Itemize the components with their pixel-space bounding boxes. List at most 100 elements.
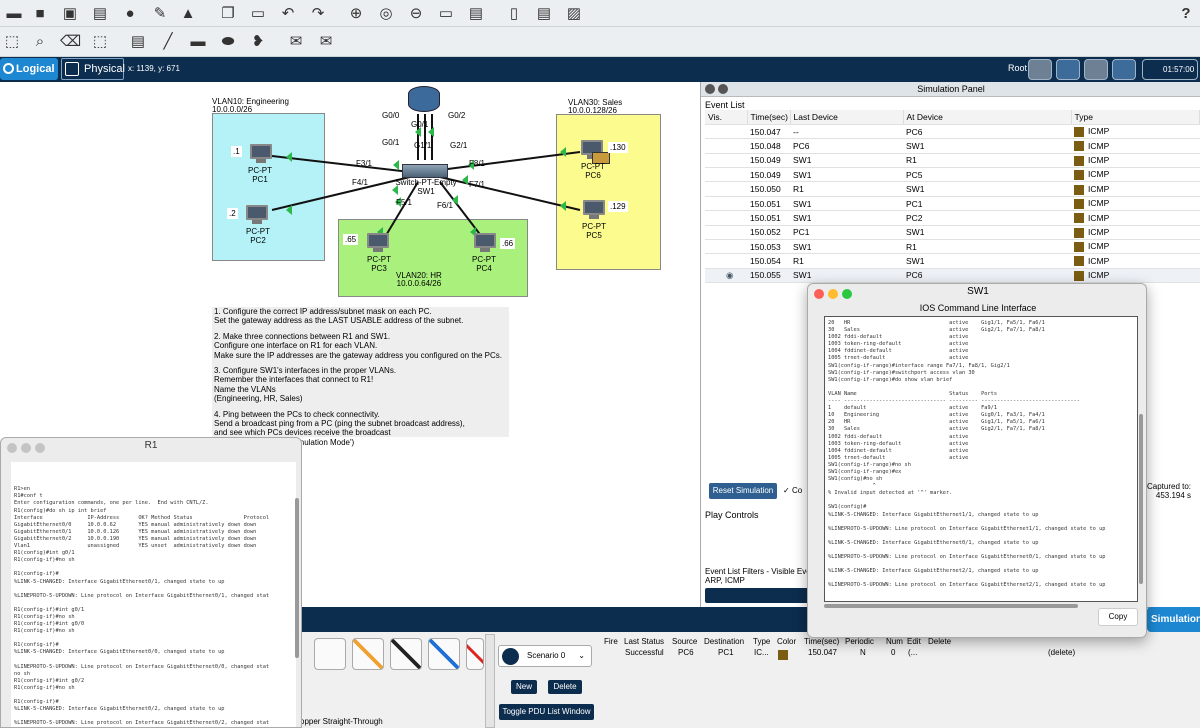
help-icon[interactable]: ? [1176, 4, 1196, 24]
r1-console[interactable]: R1>en R1#conf t Enter configuration comman… [11, 462, 296, 727]
activity-wizard-icon[interactable]: ✎ [150, 4, 170, 24]
tab-physical[interactable]: Physical [61, 58, 125, 80]
pc4-icon[interactable] [471, 233, 497, 253]
sw1-console[interactable]: 20 HR active Gig1/1, Fa5/1, Fa6/1 30 Sale… [824, 316, 1138, 602]
captured-to: Captured to: 453.194 s [1147, 482, 1191, 500]
copy-icon[interactable]: ❐ [218, 4, 238, 24]
info-icon[interactable]: ● [120, 4, 140, 24]
print-icon[interactable]: ▤ [90, 4, 110, 24]
zoom-in-icon[interactable]: ⊕ [346, 4, 366, 24]
panel-collapse-handle[interactable] [485, 634, 495, 728]
note-icon[interactable]: ▤ [128, 32, 148, 52]
clock[interactable]: 01:57:00 [1142, 59, 1198, 80]
switch-sw1-icon[interactable] [402, 164, 448, 178]
event-row[interactable]: 150.049 SW1 PC5 ICMP [705, 167, 1200, 183]
crossover-cable-icon[interactable] [428, 638, 460, 670]
paste-icon[interactable]: ▭ [248, 4, 268, 24]
new-scenario-button[interactable]: New [511, 680, 537, 694]
new-icon[interactable]: ▬ [4, 4, 24, 24]
scrollbar[interactable] [1139, 414, 1143, 584]
event-row[interactable]: 150.047 -- PC6 ICMP [705, 124, 1200, 140]
pc-type: PC-PT [582, 222, 606, 231]
constant-delay-checkbox[interactable]: ✓ Co [783, 486, 802, 495]
scrollbar[interactable] [295, 498, 299, 658]
event-row[interactable]: 150.051 SW1 PC1 ICMP [705, 196, 1200, 212]
console-line: R1(config-if)#no sh [14, 613, 75, 620]
zoom-out-icon[interactable]: ⊖ [406, 4, 426, 24]
pc2-icon[interactable] [243, 205, 269, 225]
undock-icon[interactable] [718, 84, 728, 94]
redo-icon[interactable]: ↷ [308, 4, 328, 24]
custom-device-icon[interactable]: ▲ [178, 4, 198, 24]
cursor-coords: x: 1139, y: 671 [128, 64, 180, 73]
pdu-delete-link[interactable]: (delete) [1048, 648, 1075, 657]
event-row[interactable]: 150.053 SW1 R1 ICMP [705, 239, 1200, 255]
copy-button[interactable]: Copy [1098, 608, 1138, 626]
close-icon[interactable] [705, 84, 715, 94]
simple-pdu-icon[interactable]: ✉ [286, 32, 306, 52]
draw-line-icon[interactable]: ╱ [158, 32, 178, 52]
freeform-icon[interactable]: ❥ [248, 32, 268, 52]
delete-icon[interactable]: ⌫ [60, 32, 81, 52]
column-header[interactable]: At Device [903, 110, 1072, 125]
column-header[interactable]: Vis. [705, 110, 748, 125]
connection-auto-icon[interactable] [314, 638, 346, 670]
event-cell: PC2 [903, 210, 1071, 226]
complex-pdu-icon[interactable]: ✉ [316, 32, 336, 52]
resize-icon[interactable]: ⬚ [90, 32, 110, 52]
rectangle-icon[interactable]: ▬ [188, 32, 208, 52]
instruction-line: Make sure the IP addresses are the gatew… [214, 350, 503, 360]
scenario-select[interactable]: Scenario 0 ⌄ [498, 645, 592, 667]
switch-name: SW1 [417, 187, 435, 196]
save-icon[interactable]: ▣ [60, 4, 80, 24]
delete-scenario-button[interactable]: Delete [548, 680, 582, 694]
event-row[interactable]: 150.050 R1 SW1 ICMP [705, 181, 1200, 197]
event-row[interactable]: 150.049 SW1 R1 ICMP [705, 153, 1200, 169]
event-row[interactable]: 150.054 R1 SW1 ICMP [705, 253, 1200, 269]
column-header[interactable]: Last Device [790, 110, 904, 125]
event-cell-text: 150.048 [750, 140, 781, 151]
straight-through-cable-icon[interactable] [390, 638, 422, 670]
reset-simulation-button[interactable]: Reset Simulation [709, 483, 777, 499]
console-line: SW1(config)# [828, 504, 867, 511]
custom-devices-dialog-icon[interactable]: ▤ [466, 4, 486, 24]
move-object-icon[interactable] [1084, 59, 1108, 80]
event-row[interactable]: 150.048 PC6 SW1 ICMP [705, 138, 1200, 154]
console-cable-icon[interactable] [352, 638, 384, 670]
serial-cable-icon[interactable] [466, 638, 484, 670]
pdu-icon[interactable]: ▯ [504, 4, 524, 24]
zoom-reset-icon[interactable]: ◎ [376, 4, 396, 24]
ellipse-icon[interactable]: ⬬ [218, 32, 238, 52]
drawing-palette-icon[interactable]: ▭ [436, 4, 456, 24]
router-r1-icon[interactable] [408, 86, 440, 112]
image-icon[interactable]: ▨ [564, 4, 584, 24]
event-cell-text: ICMP [1088, 212, 1110, 223]
event-row[interactable]: 150.052 PC1 SW1 ICMP [705, 225, 1200, 241]
column-header[interactable]: Time(sec) [747, 110, 791, 125]
simulation-mode-button[interactable]: Simulation [1147, 607, 1200, 632]
console-line: %LINK-5-CHANGED: Interface GigabitEthern… [14, 649, 225, 656]
back-icon[interactable] [1028, 59, 1052, 80]
event-row[interactable]: 150.051 SW1 PC2 ICMP [705, 210, 1200, 226]
column-header[interactable]: Type [1071, 110, 1200, 125]
horizontal-scrollbar[interactable] [824, 604, 1078, 608]
open-folder-icon[interactable]: ■ [30, 4, 50, 24]
inspect-icon[interactable]: ⌕ [30, 32, 50, 52]
instructions-note[interactable]: 1. Configure the correct IP address/subn… [212, 307, 509, 447]
pdu-edit-link[interactable]: (... [908, 648, 917, 657]
event-list-label: Event List [705, 100, 745, 110]
toggle-pdu-list-button[interactable]: Toggle PDU List Window [499, 704, 594, 720]
pc1-icon[interactable] [247, 144, 273, 164]
chevron-down-icon: ⌄ [578, 651, 585, 660]
cluster-cloud-icon[interactable] [1056, 59, 1080, 80]
select-icon[interactable]: ⬚ [2, 32, 22, 52]
undo-icon[interactable]: ↶ [278, 4, 298, 24]
set-background-icon[interactable] [1112, 59, 1136, 80]
edit-filters-button[interactable] [705, 588, 815, 603]
event-cell [705, 225, 747, 241]
tab-logical[interactable]: Logical [0, 58, 58, 80]
pc5-icon[interactable] [580, 200, 606, 220]
network-info-icon[interactable]: ▤ [534, 4, 554, 24]
pc3-icon[interactable] [364, 233, 390, 253]
event-row[interactable]: ◉ 150.055 SW1 PC6 ICMP [705, 268, 1200, 284]
